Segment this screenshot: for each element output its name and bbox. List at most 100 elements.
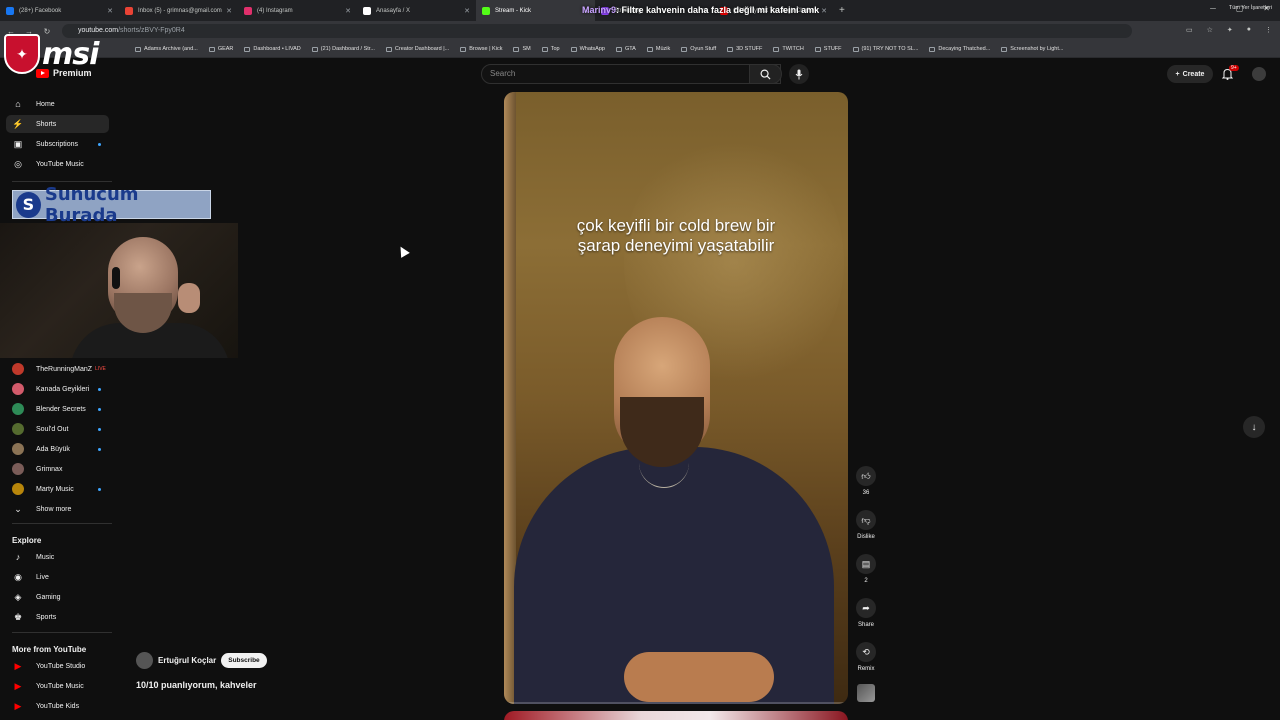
subscription-label: TheRunningManZ — [36, 365, 93, 373]
bookmark-item[interactable]: 3D STUFF — [727, 46, 762, 52]
new-tab-icon[interactable]: + — [839, 5, 845, 16]
browser-tab[interactable]: (4) Instagram ✕ — [238, 0, 357, 21]
next-short-preview[interactable] — [504, 711, 848, 720]
video-progress-bar[interactable] — [504, 702, 848, 704]
sidebar-subscription[interactable]: Grimnax — [6, 460, 109, 478]
bookmark-item[interactable]: Top — [541, 46, 560, 52]
bookmark-item[interactable]: Decaying Thatched... — [929, 46, 990, 52]
sidebar-item-home[interactable]: ⌂ Home — [6, 95, 109, 113]
thumbs-up-icon: 👍︎ — [856, 466, 876, 486]
bookmark-item[interactable]: STUFF — [814, 46, 842, 52]
channel-avatar — [12, 423, 24, 435]
minimize-icon[interactable]: ─ — [1210, 4, 1216, 13]
remix-button[interactable]: ⟲ Remix — [852, 642, 880, 672]
sidebar-subscription[interactable]: Blender Secrets — [6, 400, 109, 418]
bookmark-item[interactable]: Screenshot by Light... — [1001, 46, 1063, 52]
bookmark-item[interactable]: GEAR — [208, 46, 234, 52]
sidebar-item-shorts[interactable]: ⚡ Shorts — [6, 115, 109, 133]
sidebar-subscription[interactable]: Marty Music — [6, 480, 109, 498]
sidebar-item-label: Live — [36, 573, 49, 581]
all-bookmarks-link[interactable]: Tüm Yer İşaretleri — [1229, 5, 1272, 11]
sound-thumbnail[interactable] — [857, 684, 875, 702]
like-button[interactable]: 👍︎ 36 — [852, 466, 880, 496]
banner-text: Sunucum Burada — [44, 183, 139, 226]
sidebar-item-gaming[interactable]: ◈ Gaming — [6, 588, 109, 606]
sidebar-subscription[interactable]: TheRunningManZ LIVE — [6, 360, 109, 378]
sidebar-item-youtube-music[interactable]: ◎ YouTube Music — [6, 155, 109, 173]
share-button[interactable]: ➦ Share — [852, 598, 880, 628]
folder-icon — [311, 46, 318, 52]
explore-heading: Explore — [12, 536, 42, 545]
live-icon: ◉ — [14, 571, 22, 582]
create-button[interactable]: + Create — [1167, 65, 1213, 83]
sidebar-item-label: YouTube Studio — [36, 662, 86, 670]
next-short-button[interactable]: ↓ — [1243, 416, 1265, 438]
sidebar-item-music[interactable]: ♪ Music — [6, 548, 109, 566]
sidebar-item-youtube-kids[interactable]: ▶ YouTube Kids — [6, 697, 109, 715]
search-input[interactable]: Search — [481, 64, 781, 84]
sidebar-item-youtube-studio[interactable]: ▶ YouTube Studio — [6, 657, 109, 675]
sidebar-item-sports[interactable]: ♚ Sports — [6, 608, 109, 626]
short-video-player[interactable]: çok keyifli bir cold brew bir şarap dene… — [504, 92, 848, 704]
sidebar-item-label: YouTube Music — [36, 160, 84, 168]
bookmark-item[interactable]: GTA — [615, 46, 636, 52]
bookmark-item[interactable]: WhatsApp — [570, 46, 605, 52]
comments-button[interactable]: ▤ 2 — [852, 554, 880, 584]
subscription-label: Blender Secrets — [36, 405, 86, 413]
url-input[interactable]: youtube.com/shorts/zBVY-Fpy0R4 — [62, 24, 1132, 38]
bookmark-label: Creator Dashboard |... — [394, 46, 450, 52]
microphone-icon — [795, 69, 803, 79]
folder-icon — [513, 46, 520, 52]
subscribe-button[interactable]: Subscribe — [221, 653, 267, 668]
bookmark-item[interactable]: TWITCH — [773, 46, 804, 52]
bookmark-item[interactable]: Müzik — [646, 46, 670, 52]
tab-favicon-icon — [244, 6, 252, 15]
browser-tab[interactable]: Stream - Kick ✕ — [476, 0, 595, 21]
tab-close-icon[interactable]: ✕ — [821, 7, 827, 15]
bookmark-item[interactable]: Oyun Stuff — [681, 46, 716, 52]
channel-name[interactable]: Ertuğrul Koçlar — [158, 656, 216, 665]
sidebar-divider — [12, 181, 112, 182]
sidebar-subscription[interactable]: Soul'd Out — [6, 420, 109, 438]
tab-close-icon[interactable]: ✕ — [226, 7, 232, 15]
headset-icon — [112, 267, 120, 289]
channel-avatar[interactable] — [136, 652, 153, 669]
sidebar-subscription[interactable]: Ada Büyük — [6, 440, 109, 458]
browser-tab[interactable]: Anasayfa / X ✕ — [357, 0, 476, 21]
voice-search-button[interactable] — [789, 64, 809, 84]
bookmark-item[interactable]: (21) Dashboard / Str... — [311, 46, 375, 52]
home-icon: ⌂ — [15, 99, 21, 109]
folder-icon — [852, 46, 859, 52]
sidebar-item-youtube-music[interactable]: ▶ YouTube Music — [6, 677, 109, 695]
bookmark-item[interactable]: (91) TRY NOT TO SL... — [852, 46, 918, 52]
menu-icon[interactable]: ⋮ — [1265, 26, 1272, 34]
show-more-button[interactable]: ⌄ Show more — [6, 500, 109, 518]
bookmark-label: Oyun Stuff — [690, 46, 717, 52]
streamer-banner: S Sunucum Burada — [12, 184, 211, 226]
bookmark-star-icon[interactable]: ☆ — [1207, 26, 1213, 34]
bookmark-label: Screenshot by Light... — [1010, 46, 1064, 52]
bookmark-item[interactable]: Creator Dashboard |... — [385, 46, 450, 52]
bookmark-item[interactable]: SM — [513, 46, 531, 52]
browser-tab[interactable]: (28+) Facebook ✕ — [0, 0, 119, 21]
tab-close-icon[interactable]: ✕ — [107, 7, 113, 15]
tab-close-icon[interactable]: ✕ — [345, 7, 351, 15]
dislike-button[interactable]: 👎︎ Dislike — [852, 510, 880, 540]
bookmark-item[interactable]: Browse | Kick — [460, 46, 502, 52]
sidebar-item-live[interactable]: ◉ Live — [6, 568, 109, 586]
profile-icon[interactable]: ● — [1247, 26, 1251, 34]
tab-close-icon[interactable]: ✕ — [464, 7, 470, 15]
sidebar-item-subscriptions[interactable]: ▣ Subscriptions — [6, 135, 109, 153]
search-button[interactable] — [749, 64, 782, 84]
sidebar-subscription[interactable]: Kanada Geyikleri — [6, 380, 109, 398]
account-avatar[interactable] — [1252, 67, 1266, 81]
bookmark-item[interactable]: Dashboard • LIVAD — [244, 46, 301, 52]
cast-icon[interactable]: ▭ — [1186, 26, 1193, 34]
bookmark-label: GEAR — [217, 46, 234, 52]
browser-tab[interactable]: Inbox (5) - grimnas@gmail.com ✕ — [119, 0, 238, 21]
extensions-icon[interactable]: ✦ — [1227, 26, 1233, 34]
folder-icon — [541, 46, 548, 52]
notifications-button[interactable]: 9+ — [1221, 65, 1239, 85]
short-title[interactable]: 10/10 puanlıyorum, kahveler — [136, 680, 257, 690]
bookmark-item[interactable]: Adams Archive (and... — [135, 46, 198, 52]
